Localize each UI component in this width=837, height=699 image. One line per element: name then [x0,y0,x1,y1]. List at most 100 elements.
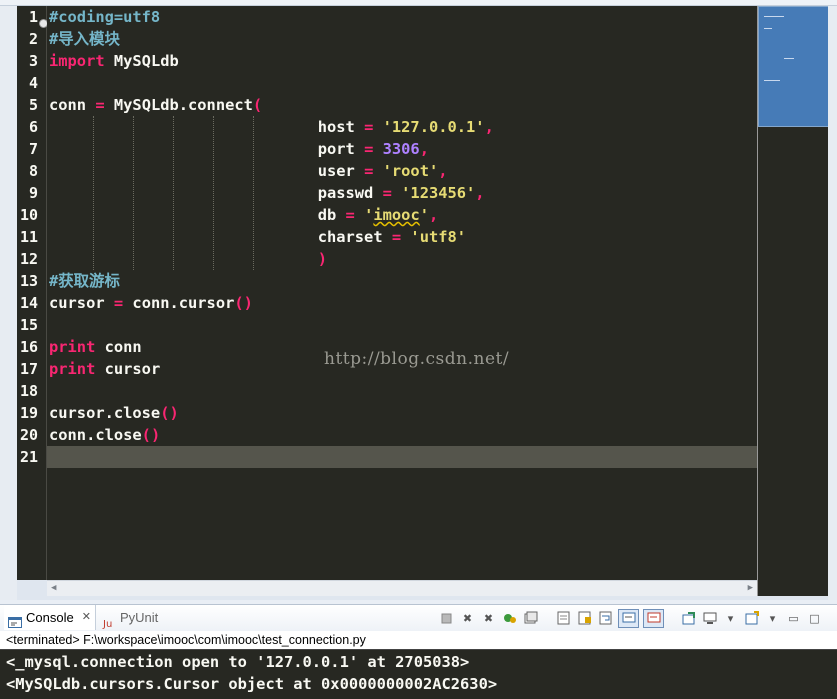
console-output-line: <_mysql.connection open to '127.0.0.1' a… [6,653,470,671]
string-token: '127.0.0.1' [382,118,485,136]
code-token: port [317,140,365,158]
code-token: db [317,206,346,224]
minimap-viewport[interactable] [758,6,829,127]
remove-all-terminated-icon[interactable]: ✖ [480,610,497,627]
code-line-12: ) [49,248,327,270]
code-line-7: port = 3306, [49,138,429,160]
editor-right-margin [828,6,837,600]
console-tab-bar: Console ✕ Ju PyUnit ✖ ✖ ▾ ▾ ▭ □ [0,604,837,632]
operator-token: = [364,140,374,158]
code-line-6: host = '127.0.0.1', [49,116,494,138]
line-number: 16 [19,338,38,356]
code-token: conn.cursor [123,294,235,312]
pin-console-icon[interactable] [522,610,539,627]
clear-console-icon[interactable] [555,610,572,627]
tab-console[interactable]: Console ✕ [4,605,96,630]
code-token: cursor.close [49,404,161,422]
code-line-3: import MySQLdb [49,50,179,72]
operator-token: = [382,184,392,202]
tab-pyunit[interactable]: Ju PyUnit [102,605,158,630]
line-number: 6 [28,118,38,136]
code-line-20: conn.close() [49,424,160,446]
code-token: conn.close [49,426,142,444]
code-token: passwd [317,184,383,202]
line-number: 11 [19,228,38,246]
line-number: 1 [28,8,38,26]
tab-label: Console [26,610,74,625]
line-number-gutter: 1 2 3 4 5 6 7 8 9 10 11 12 13 14 15 16 1… [17,6,48,580]
minimize-icon[interactable]: ▭ [785,610,802,627]
code-token: MySQLdb.connect [104,96,253,114]
code-token: conn [95,338,142,356]
keyword-token: print [49,338,96,356]
string-token: '123456' [401,184,476,202]
scroll-left-icon[interactable]: ◀ [51,581,56,595]
code-token: user [317,162,365,180]
code-line-2: #导入模块 [49,28,120,50]
scroll-right-icon[interactable]: ▶ [748,581,753,595]
minimap-line [764,16,784,17]
operator-token: = [364,118,374,136]
string-token: 'utf8' [410,228,467,246]
chevron-down-icon[interactable]: ▾ [764,610,781,627]
line-number: 5 [28,96,38,114]
operator-token: = [345,206,355,224]
code-line-17: print cursor [49,358,160,380]
line-number: 7 [28,140,38,158]
svg-text:Ju: Ju [102,619,112,629]
code-line-11: charset = 'utf8' [49,226,466,248]
line-number: 14 [19,294,38,312]
line-number: 15 [19,316,38,334]
run-config-icon[interactable] [501,610,518,627]
string-token: ' [419,206,429,224]
close-icon[interactable]: ✕ [82,605,91,630]
code-editor[interactable]: #coding=utf8 #导入模块 import MySQLdb conn =… [47,6,757,580]
remove-launch-icon[interactable]: ✖ [459,610,476,627]
paren-token: () [160,404,179,422]
toolbar-separator [543,610,551,627]
code-token: MySQLdb [104,52,179,70]
show-stdout-icon[interactable] [618,608,639,628]
line-number: 4 [28,74,38,92]
scroll-lock-icon[interactable] [576,610,593,627]
punct-token: , [475,184,485,202]
maximize-icon[interactable]: □ [806,610,823,627]
minimap-line [764,80,780,81]
comment-token: #coding=utf8 [49,8,161,26]
code-line-5: conn = MySQLdb.connect( [49,94,262,116]
code-token: cursor [49,294,114,312]
show-stderr-icon[interactable] [643,608,664,628]
chevron-down-icon[interactable]: ▾ [722,610,739,627]
paren-token: ( [252,96,263,114]
punct-token: , [429,206,439,224]
code-line-8: user = 'root', [49,160,448,182]
open-console-icon[interactable] [743,610,760,627]
pyunit-icon: Ju [102,612,116,630]
current-line-highlight [47,446,757,468]
word-wrap-icon[interactable] [597,610,614,627]
code-token: charset [317,228,392,246]
line-number: 8 [28,162,38,180]
minimap-overview[interactable] [757,6,829,596]
console-output[interactable]: <_mysql.connection open to '127.0.0.1' a… [0,649,837,699]
horizontal-scrollbar[interactable]: ◀ ▶ [47,580,757,596]
pin-icon[interactable] [680,610,697,627]
code-token: cursor [95,360,161,378]
comment-token: #获取游标 [49,272,120,290]
code-token: conn [49,96,96,114]
punct-token: , [419,140,429,158]
line-number: 2 [28,30,38,48]
code-line-19: cursor.close() [49,402,179,424]
console-output-line: <MySQLdb.cursors.Cursor object at 0x0000… [6,675,498,693]
terminate-icon[interactable] [438,610,455,627]
line-number: 18 [19,382,38,400]
spellcheck-underlined-string: imooc [373,206,420,224]
number-token: 3306 [382,140,420,158]
paren-token: () [141,426,161,444]
display-console-icon[interactable] [701,610,718,627]
operator-token: = [364,162,374,180]
code-line-1: #coding=utf8 [49,6,160,28]
